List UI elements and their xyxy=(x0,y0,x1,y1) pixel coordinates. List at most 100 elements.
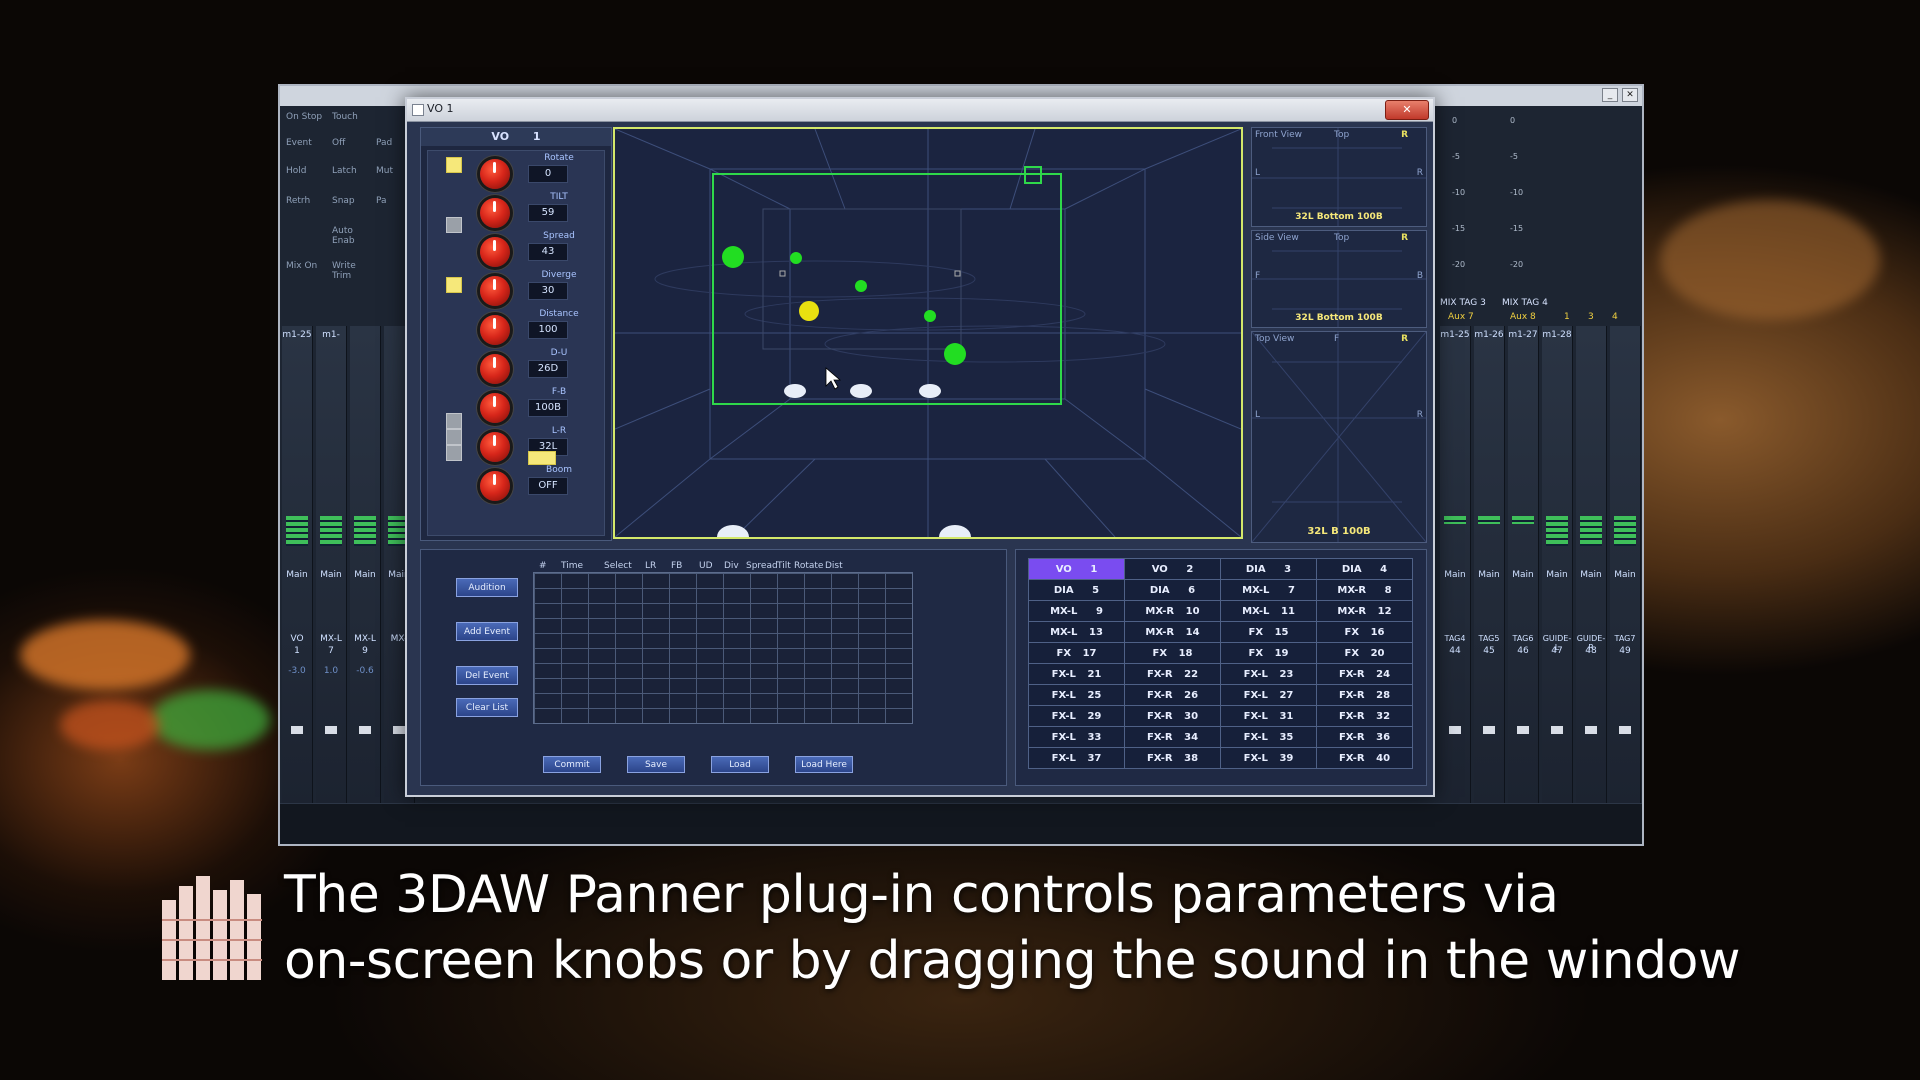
channel-cell[interactable]: FX-R 34 xyxy=(1124,726,1221,748)
channel-cell[interactable]: FX-R 40 xyxy=(1316,747,1413,769)
close-button[interactable]: ✕ xyxy=(1385,100,1429,120)
channel-strip[interactable]: Main TAG7 49 xyxy=(1610,326,1641,806)
channel-strip[interactable]: m1-28 Main GUIDE-L 47 xyxy=(1542,326,1573,806)
channel-cell[interactable]: DIA 3 xyxy=(1220,558,1317,580)
fader-handle[interactable] xyxy=(1449,726,1461,734)
channel-cell[interactable]: FX-L 39 xyxy=(1220,747,1317,769)
option-square[interactable] xyxy=(446,217,462,233)
audition-button[interactable]: Audition xyxy=(456,578,518,597)
load-button[interactable]: Load xyxy=(711,756,769,773)
channel-cell[interactable]: FX-R 26 xyxy=(1124,684,1221,706)
front-view-panel[interactable]: Front View Top R L R 32L Bottom 100B xyxy=(1251,127,1427,227)
f-b-knob[interactable] xyxy=(480,393,510,423)
mixer-close-button[interactable]: ✕ xyxy=(1622,88,1638,102)
timeline-ruler[interactable] xyxy=(280,803,1642,844)
commit-button[interactable]: Commit xyxy=(543,756,601,773)
channel-cell[interactable]: MX-L 13 xyxy=(1028,621,1125,643)
channel-cell[interactable]: FX-L 29 xyxy=(1028,705,1125,727)
channel-cell[interactable]: FX-L 25 xyxy=(1028,684,1125,706)
clear-list-button[interactable]: Clear List xyxy=(456,698,518,717)
channel-strip[interactable]: m1- Main MX-L 7 1.0 xyxy=(316,326,347,806)
mixer-control-button[interactable]: Hold xyxy=(286,166,330,176)
channel-cell[interactable]: MX-L 11 xyxy=(1220,600,1317,622)
channel-cell[interactable]: FX-R 32 xyxy=(1316,705,1413,727)
channel-strip[interactable]: Main MX-L 9 -0.6 xyxy=(350,326,381,806)
channel-cell[interactable]: FX 15 xyxy=(1220,621,1317,643)
tilt-knob[interactable] xyxy=(480,198,510,228)
channel-cell[interactable]: FX 18 xyxy=(1124,642,1221,664)
knob-value-field[interactable]: 100 xyxy=(528,321,568,339)
channel-cell[interactable]: DIA 5 xyxy=(1028,579,1125,601)
channel-cell[interactable]: FX-L 21 xyxy=(1028,663,1125,685)
spread-knob[interactable] xyxy=(480,237,510,267)
channel-strip[interactable]: Main GUIDE-R 48 xyxy=(1576,326,1607,806)
channel-cell[interactable]: MX-R 14 xyxy=(1124,621,1221,643)
mixer-control-button[interactable]: Write Trim xyxy=(332,261,376,281)
channel-cell[interactable]: MX-R 8 xyxy=(1316,579,1413,601)
fader-handle[interactable] xyxy=(1483,726,1495,734)
toggle-square[interactable] xyxy=(446,277,462,293)
channel-cell[interactable]: MX-R 10 xyxy=(1124,600,1221,622)
fader-handle[interactable] xyxy=(393,726,405,734)
option-square[interactable] xyxy=(446,413,462,429)
channel-cell[interactable]: VO 2 xyxy=(1124,558,1221,580)
channel-cell[interactable]: DIA 4 xyxy=(1316,558,1413,580)
channel-strip[interactable]: m1-27 Main TAG6 46 xyxy=(1508,326,1539,806)
channel-cell[interactable]: DIA 6 xyxy=(1124,579,1221,601)
event-grid[interactable] xyxy=(533,572,913,724)
boom-knob[interactable] xyxy=(480,471,510,501)
channel-cell[interactable]: FX-L 35 xyxy=(1220,726,1317,748)
mixer-control-button[interactable]: Latch xyxy=(332,166,376,176)
channel-cell[interactable]: FX-R 28 xyxy=(1316,684,1413,706)
knob-value-field[interactable]: 26D xyxy=(528,360,568,378)
channel-cell[interactable]: FX-L 23 xyxy=(1220,663,1317,685)
mixer-control-button[interactable]: Snap xyxy=(332,196,376,206)
channel-cell[interactable]: MX-R 12 xyxy=(1316,600,1413,622)
toggle-square[interactable] xyxy=(446,157,462,173)
channel-cell[interactable]: FX-L 33 xyxy=(1028,726,1125,748)
channel-cell[interactable]: FX-L 27 xyxy=(1220,684,1317,706)
fader-handle[interactable] xyxy=(1585,726,1597,734)
channel-cell[interactable]: FX 16 xyxy=(1316,621,1413,643)
mixer-control-button[interactable]: Retrh xyxy=(286,196,330,206)
rotate-knob[interactable] xyxy=(480,159,510,189)
save-button[interactable]: Save xyxy=(627,756,685,773)
3d-room-graphic[interactable] xyxy=(615,129,1241,537)
apply-button[interactable] xyxy=(528,451,556,465)
channel-cell[interactable]: FX-R 38 xyxy=(1124,747,1221,769)
top-view-panel[interactable]: Top View F R L R 32L B 100B xyxy=(1251,331,1427,543)
channel-strip[interactable]: m1-25 Main TAG4 44 xyxy=(1440,326,1471,806)
channel-cell[interactable]: FX 19 xyxy=(1220,642,1317,664)
fader-handle[interactable] xyxy=(325,726,337,734)
channel-cell[interactable]: MX-L 7 xyxy=(1220,579,1317,601)
channel-cell[interactable]: VO 1 xyxy=(1028,558,1125,580)
knob-value-field[interactable]: 0 xyxy=(528,165,568,183)
knob-value-field[interactable]: 43 xyxy=(528,243,568,261)
knob-value-field[interactable]: 59 xyxy=(528,204,568,222)
knob-value-field[interactable]: 100B xyxy=(528,399,568,417)
add-event-button[interactable]: Add Event xyxy=(456,622,518,641)
channel-cell[interactable]: FX 17 xyxy=(1028,642,1125,664)
diverge-knob[interactable] xyxy=(480,276,510,306)
channel-cell[interactable]: FX-L 37 xyxy=(1028,747,1125,769)
panner-titlebar[interactable]: VO 1 ✕ xyxy=(407,99,1433,122)
mixer-control-button[interactable]: Mix On xyxy=(286,261,330,271)
channel-cell[interactable]: MX-L 9 xyxy=(1028,600,1125,622)
option-square[interactable] xyxy=(446,445,462,461)
channel-cell[interactable]: FX 20 xyxy=(1316,642,1413,664)
3d-pan-view[interactable] xyxy=(613,127,1243,539)
channel-cell[interactable]: FX-R 24 xyxy=(1316,663,1413,685)
fader-handle[interactable] xyxy=(1517,726,1529,734)
fader-handle[interactable] xyxy=(359,726,371,734)
mixer-control-button[interactable]: On Stop xyxy=(286,112,330,122)
fader-handle[interactable] xyxy=(1551,726,1563,734)
mixer-control-button[interactable]: Auto Enab xyxy=(332,226,376,246)
fader-handle[interactable] xyxy=(291,726,303,734)
fader-handle[interactable] xyxy=(1619,726,1631,734)
mixer-control-button[interactable]: Touch xyxy=(332,112,376,122)
del-event-button[interactable]: Del Event xyxy=(456,666,518,685)
option-square[interactable] xyxy=(446,429,462,445)
l-r-knob[interactable] xyxy=(480,432,510,462)
channel-cell[interactable]: FX-R 22 xyxy=(1124,663,1221,685)
mixer-control-button[interactable]: Event xyxy=(286,138,330,148)
